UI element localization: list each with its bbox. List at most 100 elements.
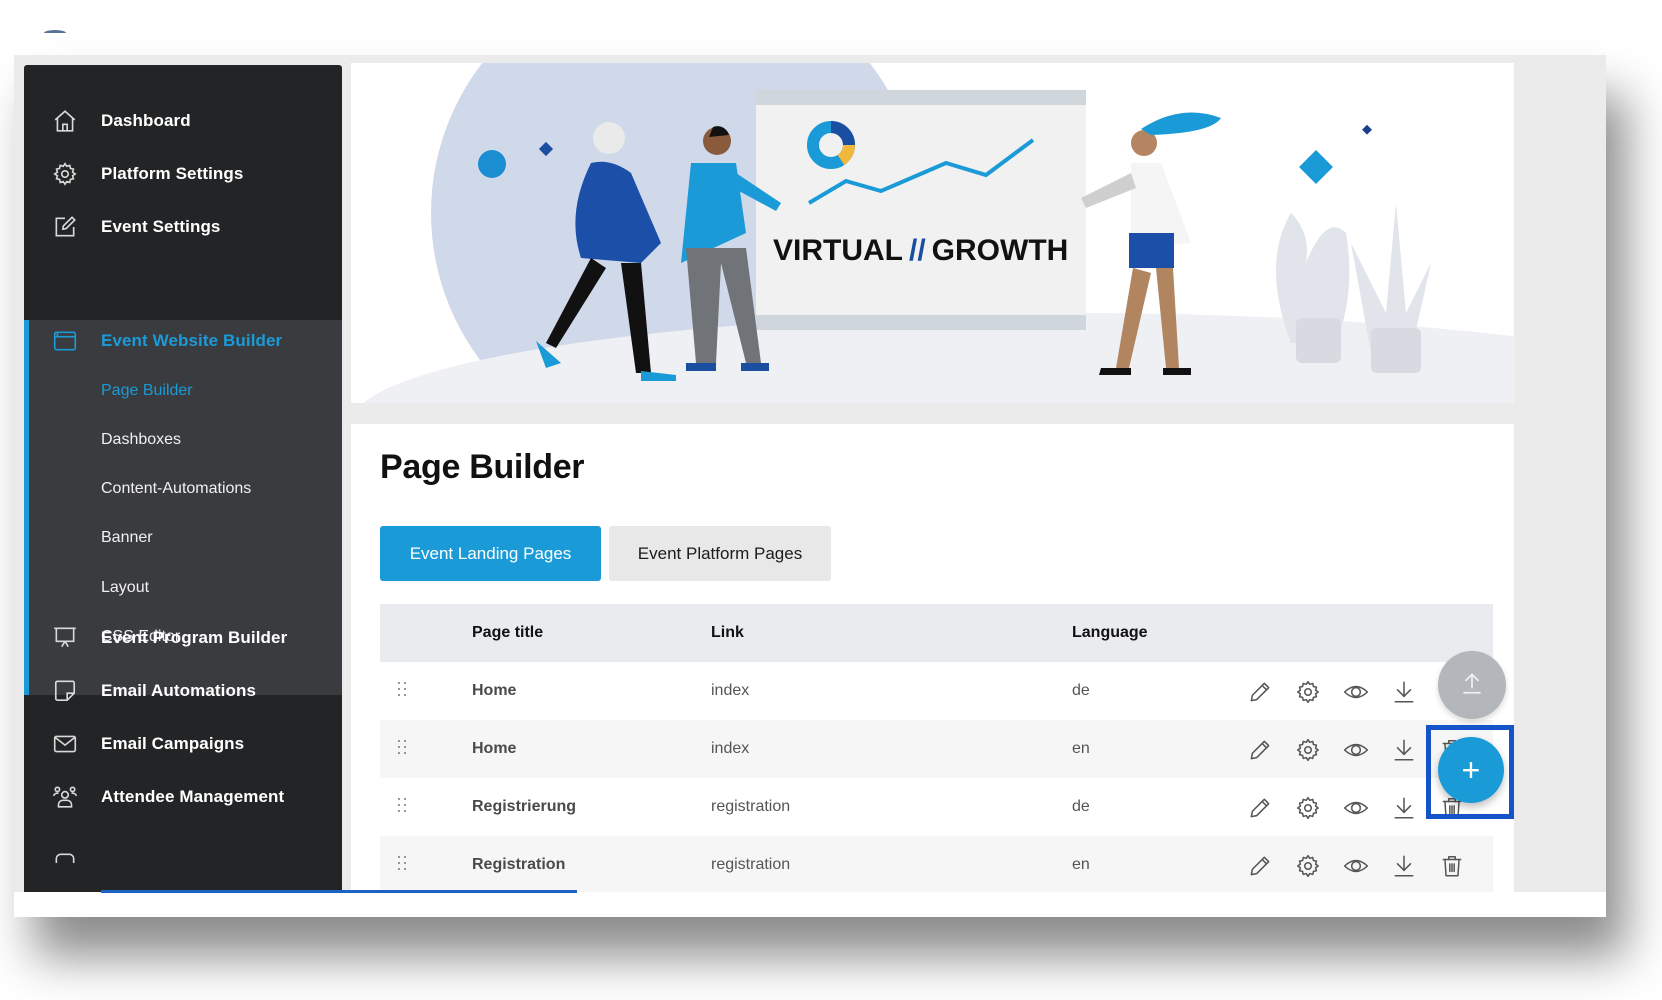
row-actions xyxy=(1246,678,1466,706)
horizontal-scrollbar[interactable] xyxy=(101,890,577,893)
tab-event-landing-pages[interactable]: Event Landing Pages xyxy=(380,526,601,581)
page-title: Page Builder xyxy=(380,448,585,486)
tab-event-platform-pages[interactable]: Event Platform Pages xyxy=(609,526,831,581)
column-header-page-title[interactable]: Page title xyxy=(472,624,543,642)
download-icon xyxy=(1394,739,1414,761)
column-header-link[interactable]: Link xyxy=(711,624,744,642)
settings-icon xyxy=(1296,854,1319,878)
link-cell: index xyxy=(711,682,750,699)
browser-window-icon xyxy=(51,327,79,355)
hero-headline-right: GROWTH xyxy=(932,234,1069,267)
download-button[interactable] xyxy=(1390,736,1418,764)
sidebar-item-platform-settings[interactable]: Platform Settings xyxy=(24,146,342,202)
sidebar-item-label: Event Website Builder xyxy=(101,331,283,350)
download-button[interactable] xyxy=(1390,794,1418,822)
loading-indicator xyxy=(44,30,66,36)
sidebar-item-label: Platform Settings xyxy=(101,164,244,183)
sidebar-item-email-campaigns[interactable]: Email Campaigns xyxy=(24,716,342,772)
download-icon xyxy=(1394,855,1414,877)
window-bottom-bar xyxy=(14,892,1606,917)
sidebar-item-event-program-builder[interactable]: Event Program Builder xyxy=(24,610,342,666)
gear-icon xyxy=(51,160,79,188)
drag-handle-icon[interactable] xyxy=(398,856,410,874)
presentation-icon xyxy=(51,624,79,652)
page-title-cell: Home xyxy=(472,682,517,699)
link-cell: registration xyxy=(711,798,791,815)
sidebar-item-more[interactable] xyxy=(24,822,342,878)
row-actions xyxy=(1246,852,1466,880)
sidebar-item-event-website-builder[interactable]: Event Website Builder xyxy=(24,313,342,369)
download-icon xyxy=(1394,681,1414,703)
hero-illustration: VIRTUAL//GROWTH xyxy=(363,63,1514,403)
hero-headline-separator: // xyxy=(909,234,926,267)
note-icon xyxy=(51,677,79,705)
app-window: Dashboard Platform Settings Event Settin… xyxy=(14,55,1606,917)
download-button[interactable] xyxy=(1390,678,1418,706)
download-button[interactable] xyxy=(1390,852,1418,880)
preview-eye-icon xyxy=(1343,685,1369,699)
settings-button[interactable] xyxy=(1294,794,1322,822)
settings-button[interactable] xyxy=(1294,678,1322,706)
hero-banner: VIRTUAL//GROWTH xyxy=(351,63,1514,403)
edit-icon xyxy=(1250,740,1270,760)
edit-button[interactable] xyxy=(1246,794,1274,822)
preview-eye-button[interactable] xyxy=(1342,852,1370,880)
sidebar-subitem-content-automations[interactable]: Content-Automations xyxy=(101,469,251,509)
scroll-to-top-button[interactable] xyxy=(1438,651,1506,719)
page-title-cell: Registrierung xyxy=(472,798,577,815)
settings-button[interactable] xyxy=(1294,736,1322,764)
language-cell: de xyxy=(1072,682,1090,699)
table-header: Page title Link Language xyxy=(380,604,1493,662)
settings-icon xyxy=(1296,738,1319,762)
column-header-language[interactable]: Language xyxy=(1072,624,1148,642)
table-row: Registrierung registration de xyxy=(380,778,1493,836)
add-page-button[interactable]: + xyxy=(1438,737,1504,803)
drag-handle-icon[interactable] xyxy=(398,682,410,700)
sidebar-item-label: Attendee Management xyxy=(101,787,285,806)
drag-handle-icon[interactable] xyxy=(398,798,410,816)
arrow-up-icon xyxy=(1459,670,1485,701)
table-row: Registration registration en xyxy=(380,836,1493,892)
sidebar-item-email-automations[interactable]: Email Automations xyxy=(24,663,342,719)
sidebar-item-attendee-management[interactable]: Attendee Management xyxy=(24,769,342,825)
sidebar-item-label: Dashboard xyxy=(101,111,191,130)
settings-icon xyxy=(1296,796,1319,820)
preview-eye-icon xyxy=(1343,743,1369,757)
page-builder-card: Page Builder Event Landing Pages Event P… xyxy=(351,424,1514,892)
sidebar-subitem-dashboxes[interactable]: Dashboxes xyxy=(101,420,181,460)
sidebar-subitem-page-builder[interactable]: Page Builder xyxy=(101,371,193,411)
envelope-icon xyxy=(51,730,79,758)
download-icon xyxy=(1394,797,1414,819)
sidebar: Dashboard Platform Settings Event Settin… xyxy=(24,65,342,892)
partial-icon xyxy=(51,836,79,864)
sidebar-item-dashboard[interactable]: Dashboard xyxy=(24,93,342,149)
edit-button[interactable] xyxy=(1246,736,1274,764)
trash-button[interactable] xyxy=(1438,852,1466,880)
preview-eye-button[interactable] xyxy=(1342,736,1370,764)
sidebar-subitem-layout[interactable]: Layout xyxy=(101,568,149,608)
page-title-cell: Home xyxy=(472,740,517,757)
dot-decoration xyxy=(478,150,506,178)
trash-icon xyxy=(1442,856,1462,877)
svg-text:VIRTUAL//GROWTH: VIRTUAL//GROWTH xyxy=(773,234,1068,267)
preview-eye-button[interactable] xyxy=(1342,678,1370,706)
edit-button[interactable] xyxy=(1246,852,1274,880)
sidebar-subitem-banner[interactable]: Banner xyxy=(101,518,153,558)
settings-icon xyxy=(1296,680,1319,704)
sidebar-item-event-settings[interactable]: Event Settings xyxy=(24,199,342,255)
preview-eye-button[interactable] xyxy=(1342,794,1370,822)
preview-eye-icon xyxy=(1343,859,1369,873)
language-cell: de xyxy=(1072,798,1090,815)
diamond-decoration xyxy=(1362,124,1372,135)
settings-button[interactable] xyxy=(1294,852,1322,880)
diamond-decoration xyxy=(1299,150,1333,184)
link-cell: registration xyxy=(711,856,791,873)
edit-button[interactable] xyxy=(1246,678,1274,706)
preview-eye-icon xyxy=(1343,801,1369,815)
sidebar-item-label: Email Campaigns xyxy=(101,734,245,753)
sidebar-item-label: Event Settings xyxy=(101,217,221,236)
edit-icon xyxy=(1250,856,1270,876)
drag-handle-icon[interactable] xyxy=(398,740,410,758)
presentation-board: VIRTUAL//GROWTH xyxy=(756,90,1086,330)
edit-icon xyxy=(51,213,79,241)
